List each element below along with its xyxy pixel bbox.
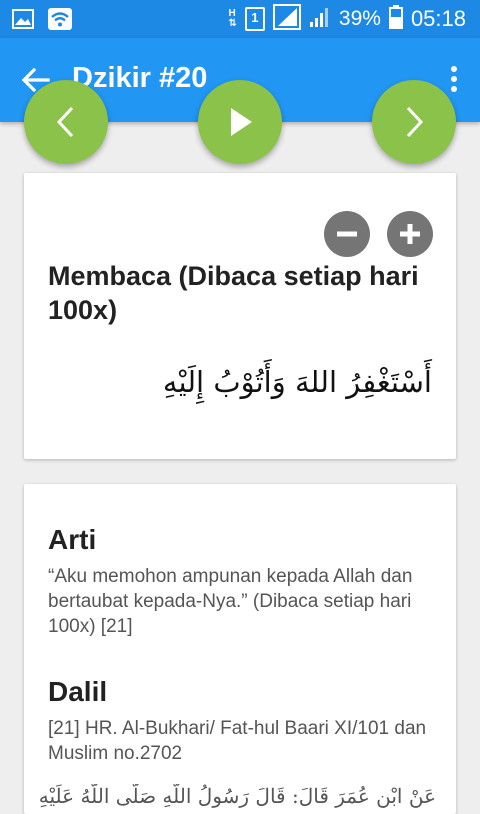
chevron-right-icon bbox=[406, 106, 424, 138]
arti-heading: Arti bbox=[48, 524, 97, 555]
wifi-icon bbox=[48, 8, 72, 35]
minus-icon bbox=[337, 231, 357, 237]
reading-card: Membaca (Dibaca setiap hari 100x) أَسْتَ… bbox=[24, 173, 456, 459]
dalil-arabic-text: عَنْ ابْنِ عُمَرَ قَالَ: قَالَ رَسُولُ ا… bbox=[38, 784, 436, 808]
play-button[interactable] bbox=[198, 80, 282, 164]
network-type-icon: H ⇅ bbox=[228, 8, 237, 29]
zoom-out-button[interactable] bbox=[324, 211, 370, 257]
arti-text: “Aku memohon ampunan kepada Allah dan be… bbox=[48, 566, 413, 637]
arabic-dzikir-text: أَسْتَغْفِرُ اللهَ وَأَتُوْبُ إِلَيْهِ bbox=[162, 365, 432, 399]
reading-title: Membaca (Dibaca setiap hari 100x) bbox=[48, 261, 419, 325]
sim-icon: 1 bbox=[244, 7, 265, 31]
dalil-heading: Dalil bbox=[48, 676, 108, 707]
next-button[interactable] bbox=[372, 80, 456, 164]
chevron-left-icon bbox=[56, 106, 74, 138]
signal-2-icon bbox=[309, 6, 331, 33]
status-bar: H ⇅ 1 39% 05:18 bbox=[0, 0, 480, 38]
battery-icon bbox=[388, 4, 403, 34]
zoom-in-button[interactable] bbox=[387, 211, 433, 257]
gallery-icon bbox=[12, 9, 34, 34]
plus-icon bbox=[400, 224, 420, 244]
previous-button[interactable] bbox=[24, 80, 108, 164]
status-time: 05:18 bbox=[410, 6, 466, 31]
play-icon bbox=[231, 108, 252, 136]
battery-percent: 39% bbox=[338, 7, 381, 30]
dalil-text: [21] HR. Al-Bukhari/ Fat-hul Baari XI/10… bbox=[48, 718, 427, 764]
signal-icon bbox=[272, 3, 301, 35]
info-card: Arti “Aku memohon ampunan kepada Allah d… bbox=[24, 484, 456, 814]
overflow-menu-button[interactable] bbox=[450, 66, 458, 94]
